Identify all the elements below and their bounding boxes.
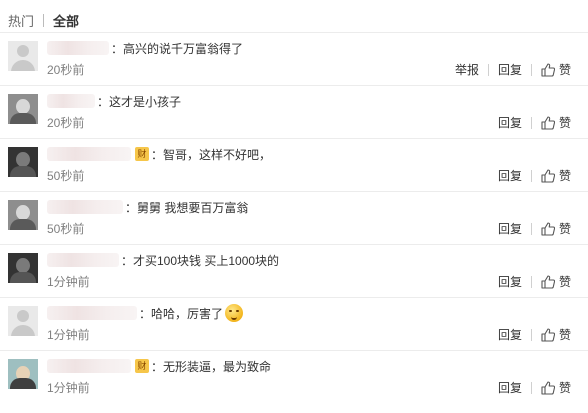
like-button[interactable]: 赞 xyxy=(541,379,571,396)
reply-button[interactable]: 回复 xyxy=(498,61,522,78)
comment-content: ：哈哈，厉害了 xyxy=(47,304,244,322)
thumbs-up-icon xyxy=(541,380,555,395)
comment-timestamp: 20秒前 xyxy=(47,63,85,77)
username-blurred[interactable] xyxy=(47,306,137,320)
comment-item: ：高兴的说千万富翁得了 20秒前 举报 回复 赞 xyxy=(0,32,588,85)
comment-content: ：这才是小孩子 xyxy=(47,92,181,110)
like-button[interactable]: 赞 xyxy=(541,220,571,237)
like-label: 赞 xyxy=(558,63,571,77)
comment-timestamp: 50秒前 xyxy=(47,169,85,183)
photo-avatar-icon[interactable] xyxy=(8,359,38,389)
comment-actions: 回复 赞 xyxy=(498,167,571,184)
like-label: 赞 xyxy=(558,381,571,395)
comment-text: ：这才是小孩子 xyxy=(97,94,182,109)
username-blurred[interactable] xyxy=(47,200,123,214)
comment-item: ：舅舅 我想要百万富翁 50秒前 回复 赞 xyxy=(0,191,588,244)
like-button[interactable]: 赞 xyxy=(541,114,571,131)
comment-item: 财 ：无形装逼，最为致命 1分钟前 回复 赞 xyxy=(0,350,588,403)
comment-text: ：高兴的说千万富翁得了 xyxy=(111,41,244,56)
comment-text: ：无形装逼，最为致命 xyxy=(151,359,272,374)
action-divider xyxy=(487,63,489,76)
like-label: 赞 xyxy=(558,222,571,236)
comment-list: ：高兴的说千万富翁得了 20秒前 举报 回复 赞 ：这才是小孩子 20秒前 回复 xyxy=(0,32,588,403)
comment-timestamp: 1分钟前 xyxy=(47,328,90,342)
comment-item: 财 ：智哥，这样不好吧， 50秒前 回复 赞 xyxy=(0,138,588,191)
thumbs-up-icon xyxy=(541,62,555,77)
reply-button[interactable]: 回复 xyxy=(498,220,522,237)
like-button[interactable]: 赞 xyxy=(541,61,571,78)
comment-timestamp: 50秒前 xyxy=(47,222,85,236)
like-button[interactable]: 赞 xyxy=(541,326,571,343)
comment-actions: 回复 赞 xyxy=(498,379,571,396)
like-label: 赞 xyxy=(558,328,571,342)
thumbs-up-icon xyxy=(541,115,555,130)
thumbs-up-icon xyxy=(541,168,555,183)
thumbs-up-icon xyxy=(541,327,555,342)
comment-content: ：才买100块钱 买上1000块的 xyxy=(47,251,279,269)
comment-content: ：舅舅 我想要百万富翁 xyxy=(47,198,248,216)
tab-all[interactable]: 全部 xyxy=(53,11,79,30)
username-blurred[interactable] xyxy=(47,253,119,267)
like-label: 赞 xyxy=(558,275,571,289)
comment-timestamp: 20秒前 xyxy=(47,116,85,130)
action-divider xyxy=(530,381,532,394)
comment-text: ：智哥，这样不好吧， xyxy=(151,147,272,162)
username-blurred[interactable] xyxy=(47,359,131,373)
comment-item: ：这才是小孩子 20秒前 回复 赞 xyxy=(0,85,588,138)
comment-timestamp: 1分钟前 xyxy=(47,275,90,289)
tab-divider xyxy=(43,13,45,27)
report-button[interactable]: 举报 xyxy=(455,61,479,78)
photo-avatar-icon[interactable] xyxy=(8,200,38,230)
comment-actions: 回复 赞 xyxy=(498,273,571,290)
tab-hot[interactable]: 热门 xyxy=(8,11,34,30)
username-blurred[interactable] xyxy=(47,94,95,108)
reply-button[interactable]: 回复 xyxy=(498,379,522,396)
action-divider xyxy=(530,169,532,182)
action-divider xyxy=(530,222,532,235)
comment-content: 财 ：无形装逼，最为致命 xyxy=(47,357,271,375)
action-divider xyxy=(530,116,532,129)
default-avatar-icon[interactable] xyxy=(8,41,38,71)
reply-button[interactable]: 回复 xyxy=(498,167,522,184)
comment-actions: 回复 赞 xyxy=(498,220,571,237)
like-button[interactable]: 赞 xyxy=(541,273,571,290)
reply-button[interactable]: 回复 xyxy=(498,273,522,290)
photo-avatar-icon[interactable] xyxy=(8,94,38,124)
comment-item: ：哈哈，厉害了 1分钟前 回复 赞 xyxy=(0,297,588,350)
like-button[interactable]: 赞 xyxy=(541,167,571,184)
comment-tabs: 热门 全部 xyxy=(8,11,79,29)
comment-timestamp: 1分钟前 xyxy=(47,381,90,395)
comment-item: ：才买100块钱 买上1000块的 1分钟前 回复 赞 xyxy=(0,244,588,297)
comment-actions: 回复 赞 xyxy=(498,114,571,131)
photo-avatar-icon[interactable] xyxy=(8,147,38,177)
username-blurred[interactable] xyxy=(47,147,131,161)
comment-content: ：高兴的说千万富翁得了 xyxy=(47,39,243,57)
wealth-badge-icon: 财 xyxy=(135,359,149,373)
action-divider xyxy=(530,63,532,76)
default-avatar-icon[interactable] xyxy=(8,306,38,336)
comment-text: ：才买100块钱 买上1000块的 xyxy=(121,253,280,268)
like-label: 赞 xyxy=(558,116,571,130)
comment-text: ：哈哈，厉害了 xyxy=(139,306,224,321)
comment-actions: 举报 回复 赞 xyxy=(455,61,571,78)
like-label: 赞 xyxy=(558,169,571,183)
laughing-emoji-icon xyxy=(225,304,244,322)
comment-content: 财 ：智哥，这样不好吧， xyxy=(47,145,271,163)
reply-button[interactable]: 回复 xyxy=(498,326,522,343)
photo-avatar-icon[interactable] xyxy=(8,253,38,283)
thumbs-up-icon xyxy=(541,274,555,289)
reply-button[interactable]: 回复 xyxy=(498,114,522,131)
thumbs-up-icon xyxy=(541,221,555,236)
comment-actions: 回复 赞 xyxy=(498,326,571,343)
action-divider xyxy=(530,275,532,288)
username-blurred[interactable] xyxy=(47,41,109,55)
wealth-badge-icon: 财 xyxy=(135,147,149,161)
comment-text: ：舅舅 我想要百万富翁 xyxy=(125,200,249,215)
action-divider xyxy=(530,328,532,341)
